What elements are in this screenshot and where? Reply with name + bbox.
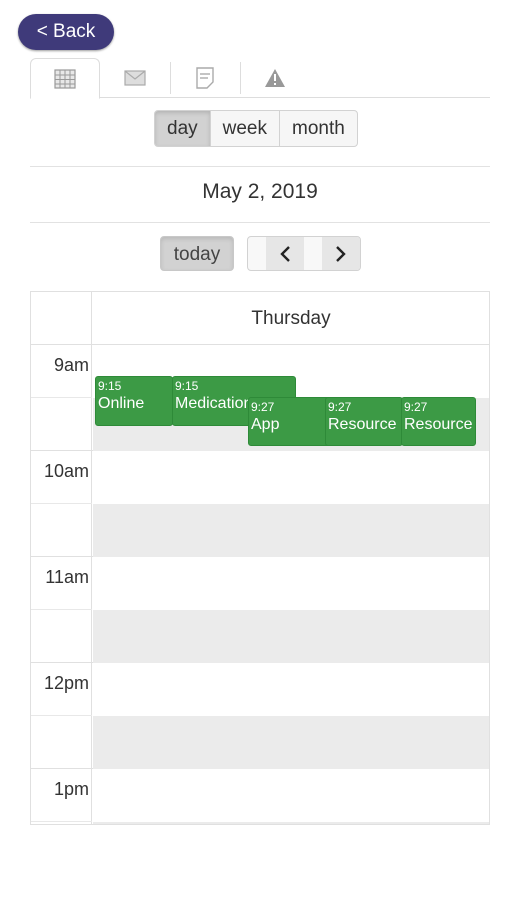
previous-button[interactable] — [266, 237, 304, 270]
day-view-button[interactable]: day — [155, 111, 210, 146]
calendar-icon — [54, 68, 76, 89]
half-hour-divider — [31, 609, 92, 610]
chevron-left-icon — [280, 245, 290, 262]
time-slot[interactable] — [93, 557, 489, 610]
view-switcher: day week month — [154, 110, 358, 147]
divider — [30, 222, 490, 223]
divider — [30, 166, 490, 167]
event-title: Resource — [328, 416, 397, 433]
hour-row: 12pm — [31, 663, 489, 769]
today-button[interactable]: today — [160, 236, 234, 271]
time-slot[interactable] — [93, 716, 489, 769]
time-slot[interactable] — [93, 769, 489, 822]
event-title: Resource — [404, 416, 473, 433]
hour-label: 1pm — [31, 769, 92, 824]
time-slot[interactable] — [93, 610, 489, 663]
alert-icon — [265, 69, 285, 87]
tab-alerts[interactable] — [240, 58, 310, 98]
half-hour-divider — [31, 397, 92, 398]
half-hour-divider — [31, 503, 92, 504]
next-button[interactable] — [322, 237, 360, 270]
hour-row: 11am — [31, 557, 489, 663]
mail-icon — [124, 70, 146, 86]
half-hour-divider — [31, 821, 92, 822]
notes-icon — [196, 67, 214, 89]
event-time: 9:15 — [98, 379, 122, 393]
event-title: Online — [98, 395, 145, 412]
event-time: 9:27 — [404, 400, 428, 414]
time-axis-header — [31, 292, 92, 345]
hour-label: 12pm — [31, 663, 92, 769]
hour-label: 10am — [31, 451, 92, 557]
hour-label: 9am — [31, 345, 92, 451]
tab-calendar[interactable] — [30, 58, 100, 99]
calendar-event[interactable]: 9:27 Resource — [325, 397, 403, 446]
day-header: Thursday — [251, 308, 331, 329]
week-view-button[interactable]: week — [209, 111, 279, 146]
calendar-header: Thursday — [31, 292, 489, 345]
day-calendar: Thursday 9am 10am 11am 12pm 1pm 9:15 Onl… — [30, 291, 490, 825]
half-hour-divider — [31, 715, 92, 716]
calendar-event[interactable]: 9:15 Online — [95, 376, 173, 426]
month-view-button[interactable]: month — [279, 111, 357, 146]
tab-notes[interactable] — [170, 58, 240, 98]
time-slot[interactable] — [93, 451, 489, 504]
date-nav-group — [247, 236, 361, 271]
event-time: 9:27 — [328, 400, 352, 414]
hour-row: 1pm — [31, 769, 489, 824]
time-slot[interactable] — [93, 504, 489, 557]
hour-label: 11am — [31, 557, 92, 663]
tab-messages[interactable] — [100, 58, 170, 98]
back-button[interactable]: < Back — [18, 14, 114, 50]
current-date: May 2, 2019 — [202, 180, 318, 203]
calendar-event[interactable]: 9:27 Resource — [401, 397, 476, 446]
hour-row: 10am — [31, 451, 489, 557]
time-slot[interactable] — [93, 822, 489, 824]
chevron-right-icon — [336, 245, 346, 262]
event-time: 9:15 — [175, 379, 199, 393]
time-slot[interactable] — [93, 663, 489, 716]
tab-bar — [30, 58, 490, 99]
